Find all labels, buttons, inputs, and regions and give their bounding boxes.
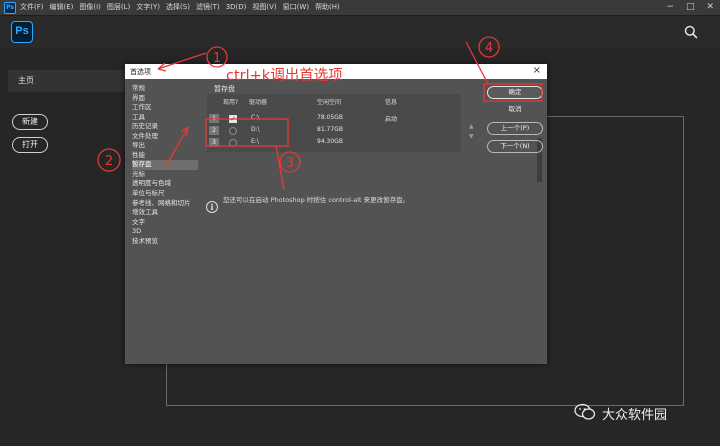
marker-4-label: 4 [485, 41, 493, 56]
annotation-overlay: 1 2 3 4 [97, 36, 543, 191]
marker-3-label: 3 [286, 156, 294, 171]
arrow-2 [165, 126, 189, 167]
highlight-box-drives [205, 118, 289, 147]
wechat-icon [574, 403, 596, 420]
watermark-text: 大众软件园 [602, 408, 668, 423]
annotation-caption: ctrl+k调出首选项 [226, 68, 343, 84]
highlight-box-ok [483, 83, 543, 102]
marker-2-label: 2 [105, 154, 113, 169]
marker-1-label: 1 [213, 51, 221, 66]
arrow-1 [157, 52, 207, 70]
